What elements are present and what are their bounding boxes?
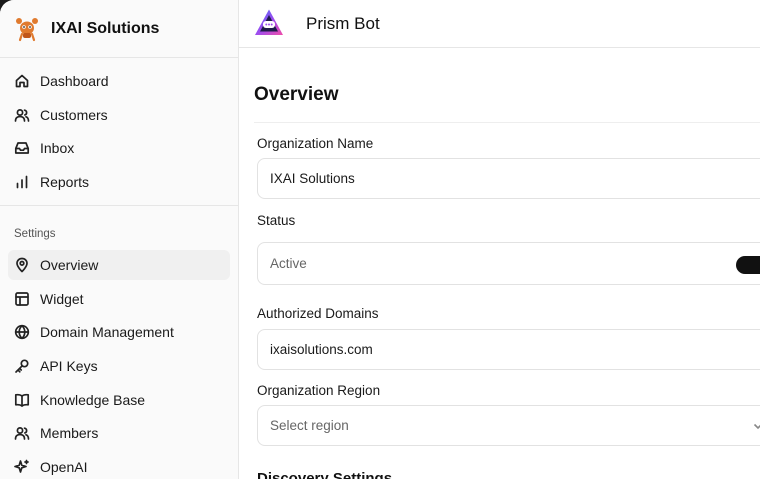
nav-item-domain-management[interactable]: Domain Management [8,317,230,347]
org-region-label: Organization Region [257,383,381,398]
nav-item-dashboard[interactable]: Dashboard [8,66,230,96]
nav-item-label: API Keys [40,358,98,375]
org-name-input[interactable]: IXAI Solutions [257,158,760,199]
book-icon [14,392,30,408]
nav-item-label: Domain Management [40,324,174,341]
nav-item-label: Customers [40,106,108,123]
home-icon [14,73,30,89]
chevron-down-icon [752,420,760,432]
bar-chart-icon [14,174,30,190]
page-title: Overview [254,84,339,105]
nav-item-label: Overview [40,257,99,273]
brand-name: IXAI Solutions [51,19,160,37]
nav-item-api-keys[interactable]: API Keys [8,351,230,381]
org-name-label: Organization Name [257,136,374,151]
nav-item-label: Inbox [40,140,75,157]
sidebar: IXAI Solutions Dashboard Customers Inbox… [0,0,239,479]
authorized-domains-input[interactable]: ixaisolutions.com [257,329,760,370]
key-icon [14,358,30,374]
mascot-logo-icon [16,17,38,41]
nav-item-inbox[interactable]: Inbox [8,133,230,163]
status-toggle[interactable] [736,256,760,274]
settings-nav: Overview Widget Domain Management API Ke… [8,250,230,479]
nav-item-label: Dashboard [40,73,109,89]
nav-item-reports[interactable]: Reports [8,167,230,197]
users-icon [14,107,30,123]
org-region-select[interactable]: Select region [257,405,760,446]
nav-item-widget[interactable]: Widget [8,284,230,314]
org-region-placeholder: Select region [270,418,349,433]
status-field: Active [257,242,760,285]
main-content: Prism Bot Overview Organization Name IXA… [239,0,760,479]
top-bar: Prism Bot [239,0,760,48]
authorized-domains-label: Authorized Domains [257,306,379,321]
app-window: IXAI Solutions Dashboard Customers Inbox… [0,0,760,479]
map-pin-icon [14,257,30,273]
authorized-domains-value: ixaisolutions.com [270,342,373,357]
users-icon [14,425,30,441]
discovery-settings-title: Discovery Settings [257,470,393,479]
brand-header[interactable]: IXAI Solutions [0,0,238,58]
nav-item-label: Members [40,425,99,442]
status-value: Active [270,256,307,271]
sparkles-icon [14,459,30,475]
title-divider [254,122,760,123]
inbox-icon [14,140,30,156]
settings-section-label: Settings [14,228,56,240]
layout-icon [14,291,30,307]
globe-icon [14,324,30,340]
nav-item-label: Widget [40,290,84,307]
status-label: Status [257,213,296,228]
nav-item-label: Knowledge Base [40,391,146,408]
nav-item-knowledge-base[interactable]: Knowledge Base [8,385,230,415]
main-nav: Dashboard Customers Inbox Reports [8,66,230,201]
nav-item-openai[interactable]: OpenAI [8,452,230,479]
org-name-value: IXAI Solutions [270,171,355,186]
nav-item-members[interactable]: Members [8,418,230,448]
sidebar-divider [0,205,238,206]
prism-bot-logo-icon [255,9,283,35]
nav-item-overview[interactable]: Overview [8,250,230,280]
nav-item-customers[interactable]: Customers [8,100,230,130]
bot-name: Prism Bot [306,14,380,33]
nav-item-label: OpenAI [40,459,88,476]
nav-item-label: Reports [40,174,90,191]
